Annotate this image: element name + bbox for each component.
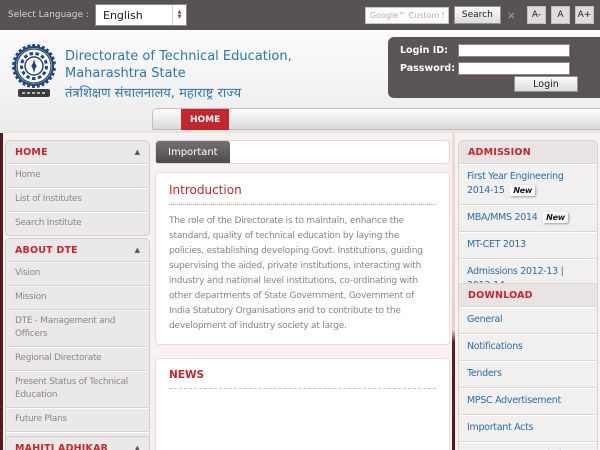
search-input[interactable] <box>365 7 449 24</box>
link-label: MBA/MMS 2014 <box>467 212 537 223</box>
download-box: DOWNLOAD General Notifications Tenders M… <box>458 283 598 450</box>
download-link-notifications[interactable]: Notifications <box>459 333 597 360</box>
collapse-arrow-icon[interactable]: ▲ <box>135 247 140 254</box>
site-title: Directorate of Technical Education, Maha… <box>65 48 292 103</box>
login-button[interactable]: Login <box>514 76 578 92</box>
download-link-government-resolutions[interactable]: Government Resolutions / Orders / Letter… <box>459 441 597 450</box>
introduction-panel: Introduction The role of the Directorate… <box>155 172 450 345</box>
font-decrease-button[interactable]: A- <box>527 6 546 24</box>
section-header-mahiti-adhikar[interactable]: MAHITI ADHIKAR ▲ <box>6 437 149 450</box>
language-select[interactable]: English ▲▼ <box>95 4 187 26</box>
download-header: DOWNLOAD <box>459 284 597 306</box>
download-link-important-acts[interactable]: Important Acts <box>459 414 597 441</box>
admission-link-fy-engineering[interactable]: First Year Engineering 2014-15 New <box>459 163 597 204</box>
topbar: Select Language : English ▲▼ Search × A-… <box>0 0 600 30</box>
column-separator-stripe <box>452 133 455 450</box>
admission-box: ADMISSION First Year Engineering 2014-15… <box>458 140 598 300</box>
sidebar-link-mission[interactable]: Mission <box>6 285 149 309</box>
password-input[interactable] <box>458 62 570 75</box>
password-label: Password: <box>400 63 458 74</box>
title-marathi: तंत्रशिक्षण संचालनालय, महाराष्ट्र राज्य <box>65 84 292 103</box>
dte-homepage: Select Language : English ▲▼ Search × A-… <box>0 0 600 450</box>
close-icon[interactable]: × <box>507 9 516 22</box>
section-title: MAHITI ADHIKAR <box>15 443 108 450</box>
content-tabbar: Important <box>155 140 450 164</box>
font-increase-button[interactable]: A+ <box>575 6 594 24</box>
admission-header: ADMISSION <box>459 141 597 163</box>
collapse-arrow-icon[interactable]: ▲ <box>135 445 140 450</box>
nav-tab-home[interactable]: HOME <box>181 109 229 130</box>
section-header-home[interactable]: HOME ▲ <box>6 141 149 163</box>
link-label: MT-CET 2013 <box>467 239 526 250</box>
section-header-about-dte[interactable]: ABOUT DTE ▲ <box>6 239 149 261</box>
sidebar-link-dte-management[interactable]: DTE - Management and Officers <box>6 309 149 346</box>
admission-link-mba-mms[interactable]: MBA/MMS 2014 New <box>459 204 597 231</box>
news-panel: NEWS <box>155 358 450 450</box>
sidebar-link-search-institute[interactable]: Search Institute <box>6 211 149 235</box>
dashed-divider <box>169 388 436 389</box>
dte-emblem-logo <box>10 40 58 100</box>
download-link-mpsc-advertisement[interactable]: MPSC Advertisement <box>459 387 597 414</box>
section-title: HOME <box>15 147 48 158</box>
sidebar-link-future-plans[interactable]: Future Plans <box>6 407 149 431</box>
sidebar-section-home: HOME ▲ Home List of Institutes Search In… <box>5 140 150 236</box>
sidebar-link-home[interactable]: Home <box>6 163 149 187</box>
introduction-heading: Introduction <box>169 183 436 197</box>
login-panel: Login ID: Password: Login <box>388 37 600 98</box>
tab-important[interactable]: Important <box>156 141 230 163</box>
collapse-arrow-icon[interactable]: ▲ <box>135 149 140 156</box>
new-badge: New <box>543 212 568 223</box>
login-id-input[interactable] <box>458 44 570 57</box>
font-normal-button[interactable]: A <box>551 6 570 24</box>
topbar-tools: Search × A- A A+ <box>365 0 594 30</box>
section-title: ABOUT DTE <box>15 245 78 256</box>
title-line-2: Maharashtra State <box>65 65 292 82</box>
select-spinner-icon[interactable]: ▲▼ <box>172 5 186 25</box>
sidebar-link-regional-directorate[interactable]: Regional Directorate <box>6 346 149 370</box>
content-area: HOME ▲ Home List of Institutes Search In… <box>0 133 600 450</box>
introduction-text: The role of the Directorate is to mainta… <box>169 214 436 334</box>
sidebar-link-vision[interactable]: Vision <box>6 261 149 285</box>
download-link-general[interactable]: General <box>459 306 597 333</box>
language-label: Select Language : <box>8 10 89 20</box>
login-id-label: Login ID: <box>400 45 458 56</box>
main-nav: HOME <box>152 108 600 130</box>
left-border-stripe <box>0 133 3 450</box>
sidebar-section-about-dte: ABOUT DTE ▲ Vision Mission DTE - Managem… <box>5 238 150 450</box>
title-line-1: Directorate of Technical Education, <box>65 48 292 65</box>
admission-link-mt-cet[interactable]: MT-CET 2013 <box>459 231 597 258</box>
dotted-divider <box>169 204 436 205</box>
search-button[interactable]: Search <box>454 6 501 24</box>
news-heading: NEWS <box>169 369 436 381</box>
sidebar-link-present-status[interactable]: Present Status of Technical Education <box>6 370 149 407</box>
download-link-tenders[interactable]: Tenders <box>459 360 597 387</box>
sidebar-section-mahiti-adhikar: MAHITI ADHIKAR ▲ <box>5 436 150 450</box>
language-value: English <box>96 9 172 22</box>
sidebar-link-list-of-institutes[interactable]: List of Institutes <box>6 187 149 211</box>
new-badge: New <box>510 185 535 196</box>
